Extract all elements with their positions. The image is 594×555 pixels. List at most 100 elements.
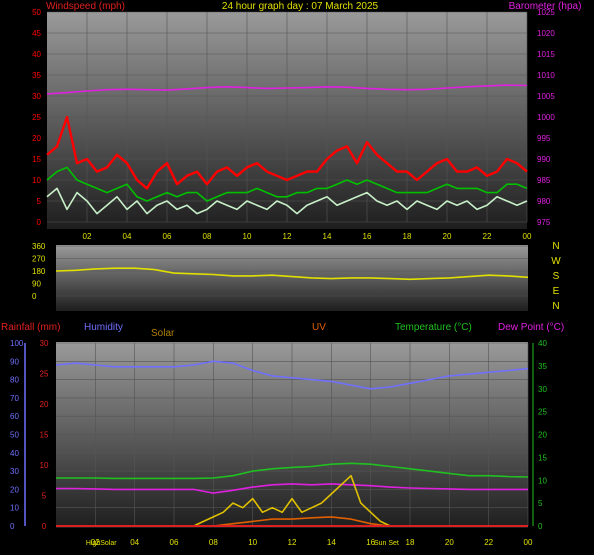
compass-label: N [552, 301, 559, 312]
temperature-time-tick-label: 06 [170, 538, 179, 547]
windspeed-axis-ticks: 0 5 10 15 20 25 30 35 40 45 50 [32, 8, 41, 227]
direction-tick-label: 180 [32, 267, 46, 276]
barometer-tick-label: 1015 [537, 50, 555, 59]
wind-time-tick-label: 12 [283, 232, 292, 241]
barometer-tick-label: 990 [537, 155, 551, 164]
temperature-axis-ticks: 0 5 10 15 20 25 30 35 40 [532, 339, 547, 531]
wind-time-tick-label: 08 [203, 232, 212, 241]
windspeed-tick-label: 40 [32, 50, 41, 59]
windspeed-tick-label: 10 [32, 176, 41, 185]
wind-time-tick-label: 02 [83, 232, 92, 241]
rainfall-tick-label: 30 [40, 339, 49, 348]
event-label: Sun Set [374, 540, 399, 547]
humidity-tick-label: 90 [10, 357, 19, 366]
temperature-time-tick-label: 04 [130, 538, 139, 547]
temperature-axis-title: Temperature (°C) [395, 322, 472, 333]
rainfall-tick-label: 20 [40, 400, 49, 409]
compass-label: N [552, 241, 559, 252]
temperature-tick-label: 40 [538, 339, 547, 348]
temperature-time-tick-label: 10 [248, 538, 257, 547]
temperature-tick-label: 25 [538, 408, 547, 417]
windspeed-tick-label: 45 [32, 29, 41, 38]
temperature-tick-label: 10 [538, 476, 547, 485]
rainfall-tick-label: 10 [40, 461, 49, 470]
windspeed-tick-label: 30 [32, 92, 41, 101]
rainfall-axis-title: Rainfall (mm) [1, 322, 60, 333]
compass-label: S [553, 271, 560, 282]
temperature-time-tick-label: 12 [288, 538, 297, 547]
barometer-tick-label: 985 [537, 176, 551, 185]
wind-time-tick-label: 18 [403, 232, 412, 241]
windspeed-axis-title: Windspeed (mph) [46, 1, 125, 12]
humidity-tick-label: 100 [10, 339, 24, 348]
direction-tick-label: 360 [32, 242, 46, 251]
humidity-tick-label: 40 [10, 449, 19, 458]
humidity-tick-label: 60 [10, 412, 19, 421]
humidity-tick-label: 50 [10, 431, 19, 440]
windspeed-tick-label: 20 [32, 134, 41, 143]
weather-graph: 24 hour graph day : 07 March 2025 Windsp… [1, 1, 581, 547]
barometer-tick-label: 995 [537, 134, 551, 143]
humidity-axis-ticks: 0 10 20 30 40 50 60 70 80 90 100 [10, 339, 26, 531]
rainfall-axis-ticks: 0 5 10 15 20 25 30 [40, 339, 49, 531]
temperature-time-tick-label: 00 [524, 538, 533, 547]
barometer-tick-label: 1020 [537, 29, 555, 38]
wind-panel-time-axis: 02 04 06 08 10 12 14 16 18 20 22 00 [83, 232, 532, 241]
windspeed-tick-label: 50 [32, 8, 41, 17]
direction-tick-label: 90 [32, 280, 41, 289]
barometer-tick-label: 1025 [537, 8, 555, 17]
temperature-time-tick-label: 22 [484, 538, 493, 547]
humidity-tick-label: 0 [10, 522, 15, 531]
windspeed-tick-label: 15 [32, 155, 41, 164]
wind-time-tick-label: 04 [123, 232, 132, 241]
temperature-time-tick-label: 08 [209, 538, 218, 547]
compass-labels: NWSEN [551, 241, 561, 312]
solar-axis-title: Solar [151, 328, 175, 339]
wind-time-tick-label: 16 [363, 232, 372, 241]
wind-time-tick-label: 06 [163, 232, 172, 241]
barometer-tick-label: 975 [537, 218, 551, 227]
wind-time-tick-label: 00 [523, 232, 532, 241]
wind-time-tick-label: 14 [323, 232, 332, 241]
wind-time-tick-label: 20 [443, 232, 452, 241]
rainfall-tick-label: 5 [42, 492, 47, 501]
direction-tick-label: 270 [32, 255, 46, 264]
temperature-tick-label: 30 [538, 385, 547, 394]
barometer-tick-label: 1005 [537, 92, 555, 101]
windspeed-tick-label: 0 [37, 218, 42, 227]
humidity-tick-label: 30 [10, 467, 19, 476]
rainfall-tick-label: 15 [40, 431, 49, 440]
temperature-panel-time-axis: 02 04 06 08 10 12 14 16 18 20 22 00 [91, 538, 533, 547]
humidity-tick-label: 10 [10, 504, 19, 513]
temperature-tick-label: 5 [538, 499, 543, 508]
barometer-tick-label: 1010 [537, 71, 555, 80]
dewpoint-axis-title: Dew Point (°C) [498, 322, 564, 333]
barometer-tick-label: 1000 [537, 113, 555, 122]
temperature-time-tick-label: 20 [445, 538, 454, 547]
barometer-tick-label: 980 [537, 197, 551, 206]
temperature-tick-label: 20 [538, 431, 547, 440]
humidity-tick-label: 80 [10, 376, 19, 385]
event-label: HighSolar [86, 540, 117, 547]
temperature-tick-label: 0 [538, 522, 543, 531]
direction-tick-label: 0 [32, 292, 37, 301]
barometer-axis-ticks: 975 980 985 990 995 1000 1005 1010 1015 1020 1025 [537, 8, 555, 227]
temperature-tick-label: 15 [538, 453, 547, 462]
windspeed-tick-label: 35 [32, 71, 41, 80]
graph-title: 24 hour graph day : 07 March 2025 [222, 1, 379, 12]
humidity-axis-title: Humidity [84, 322, 123, 333]
wind-time-tick-label: 22 [483, 232, 492, 241]
temperature-time-tick-label: 14 [327, 538, 336, 547]
rainfall-tick-label: 0 [42, 522, 47, 531]
windspeed-tick-label: 25 [32, 113, 41, 122]
temperature-time-tick-label: 18 [406, 538, 415, 547]
uv-axis-title: UV [312, 322, 326, 333]
humidity-tick-label: 20 [10, 485, 19, 494]
compass-label: W [551, 256, 561, 267]
direction-axis-ticks: 0 90 180 270 360 [32, 242, 46, 301]
windspeed-tick-label: 5 [37, 197, 42, 206]
rainfall-tick-label: 25 [40, 370, 49, 379]
humidity-tick-label: 70 [10, 394, 19, 403]
compass-label: E [553, 286, 560, 297]
temperature-tick-label: 35 [538, 362, 547, 371]
